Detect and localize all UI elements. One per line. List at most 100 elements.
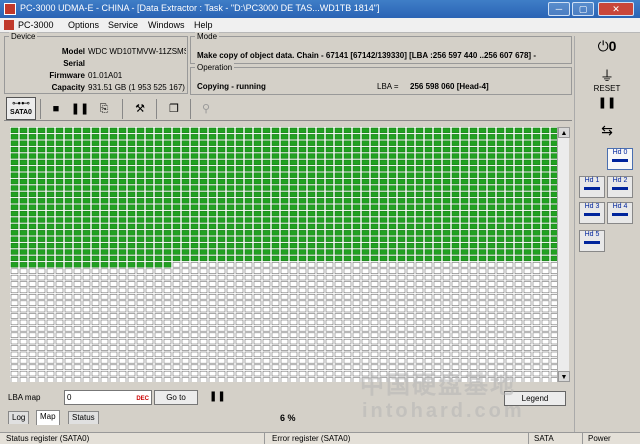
map-cell-done <box>46 127 55 134</box>
progress-percent: 6 % <box>280 413 296 423</box>
map-cell-pending <box>136 370 145 377</box>
map-cell-pending <box>397 300 406 306</box>
map-cell-pending <box>424 262 433 268</box>
map-cell-done <box>163 172 172 178</box>
map-cell-pending <box>118 281 127 287</box>
map-cell-pending <box>514 268 523 274</box>
hd2-button[interactable]: Hd 2 <box>607 176 633 198</box>
menu-service[interactable]: Service <box>108 20 138 30</box>
map-cell-done <box>109 210 118 217</box>
map-cell-done <box>487 191 496 198</box>
map-cell-pending <box>91 287 100 294</box>
map-cell-pending <box>316 268 325 274</box>
map-cell-pending <box>424 313 433 319</box>
hd0-button[interactable]: Hd 0 <box>607 148 633 170</box>
device-switch-button[interactable]: ⇆ <box>579 122 635 138</box>
map-cell-pending <box>298 370 307 377</box>
map-cell-done <box>442 230 451 236</box>
sata-connector-icon: ⊶⊷ <box>12 98 30 108</box>
menu-windows[interactable]: Windows <box>148 20 185 30</box>
map-pause-button[interactable]: ❚❚ <box>209 391 226 402</box>
map-cell-done <box>208 255 217 262</box>
map-cell-done <box>91 236 100 242</box>
map-cell-pending <box>199 294 208 300</box>
map-cell-pending <box>352 313 361 319</box>
map-cell-done <box>64 191 73 198</box>
map-cell-pending <box>28 294 37 300</box>
hd1-button[interactable]: Hd 1 <box>579 176 605 198</box>
map-cell-done <box>64 262 73 268</box>
tab-status[interactable]: Status <box>68 411 99 424</box>
map-cell-done <box>172 255 181 262</box>
map-cell-done <box>271 210 280 217</box>
map-vertical-scrollbar[interactable]: ▲ ▼ <box>557 127 570 382</box>
minimize-button[interactable]: ─ <box>548 2 570 16</box>
map-cell-pending <box>478 268 487 274</box>
map-cell-pending <box>289 313 298 319</box>
map-cell-done <box>451 172 460 178</box>
map-cell-done <box>235 242 244 249</box>
stop-button[interactable]: ■ <box>46 99 66 119</box>
map-cell-pending <box>469 287 478 294</box>
map-cell-pending <box>334 294 343 300</box>
map-cell-done <box>244 217 253 223</box>
goto-button[interactable]: Go to <box>154 390 198 405</box>
map-cell-done <box>307 223 316 230</box>
menu-pc3000[interactable]: PC-3000 <box>18 20 54 30</box>
map-cell-done <box>505 236 514 242</box>
hd3-button[interactable]: Hd 3 <box>579 202 605 224</box>
map-cell-done <box>235 185 244 191</box>
dec-toggle-button[interactable]: DEC <box>136 393 149 406</box>
map-cell-pending <box>190 306 199 313</box>
map-cell-pending <box>424 294 433 300</box>
power-button[interactable]: ⏻0 <box>579 38 635 54</box>
sata0-button[interactable]: ⊶⊷ SATA0 <box>6 97 36 120</box>
tab-map[interactable]: Map <box>36 410 60 425</box>
map-cell-pending <box>442 358 451 364</box>
map-cell-pending <box>388 287 397 294</box>
scroll-down-icon[interactable]: ▼ <box>558 371 570 382</box>
map-cell-done <box>127 191 136 198</box>
reset-button[interactable]: ⏚ RESET <box>579 68 635 93</box>
map-cell-done <box>127 198 136 204</box>
pause-icon-button[interactable]: ❚❚ <box>70 99 90 119</box>
hd5-button[interactable]: Hd 5 <box>579 230 605 252</box>
map-cell-done <box>397 249 406 255</box>
map-cell-pending <box>37 358 46 364</box>
map-cell-done <box>379 255 388 262</box>
map-cell-done <box>496 178 505 185</box>
map-cell-pending <box>10 377 19 382</box>
menu-options[interactable]: Options <box>68 20 99 30</box>
map-cell-done <box>37 191 46 198</box>
maximize-button[interactable]: ▢ <box>572 2 594 16</box>
menu-help[interactable]: Help <box>194 20 213 30</box>
pause-side-button[interactable]: ❚❚ <box>579 96 635 109</box>
sector-map[interactable] <box>10 127 557 382</box>
hd4-button[interactable]: Hd 4 <box>607 202 633 224</box>
lba-map-input[interactable]: 0 DEC <box>64 390 152 405</box>
map-cell-done <box>118 249 127 255</box>
map-cell-pending <box>10 300 19 306</box>
map-cell-done <box>217 134 226 140</box>
map-cell-pending <box>298 326 307 332</box>
map-cell-done <box>208 153 217 159</box>
map-cell-done <box>172 172 181 178</box>
map-cell-done <box>397 198 406 204</box>
map-cell-pending <box>154 319 163 326</box>
map-cell-done <box>136 223 145 230</box>
map-cell-pending <box>91 281 100 287</box>
map-cell-done <box>37 178 46 185</box>
copy-windows-icon-button[interactable]: ❐ <box>164 99 184 119</box>
run-icon-button[interactable]: ⚲ <box>196 99 216 119</box>
map-cell-pending <box>37 332 46 338</box>
map-cell-pending <box>127 326 136 332</box>
tools-icon-button[interactable]: ⚒ <box>130 99 150 119</box>
map-cell-done <box>415 159 424 166</box>
legend-button[interactable]: Legend <box>504 391 566 406</box>
scroll-up-icon[interactable]: ▲ <box>558 127 570 138</box>
tab-log[interactable]: Log <box>8 411 30 424</box>
export-icon-button[interactable]: ⎘ <box>94 99 114 119</box>
close-button[interactable]: ✕ <box>598 2 634 16</box>
map-cell-done <box>460 146 469 153</box>
map-cell-pending <box>397 281 406 287</box>
